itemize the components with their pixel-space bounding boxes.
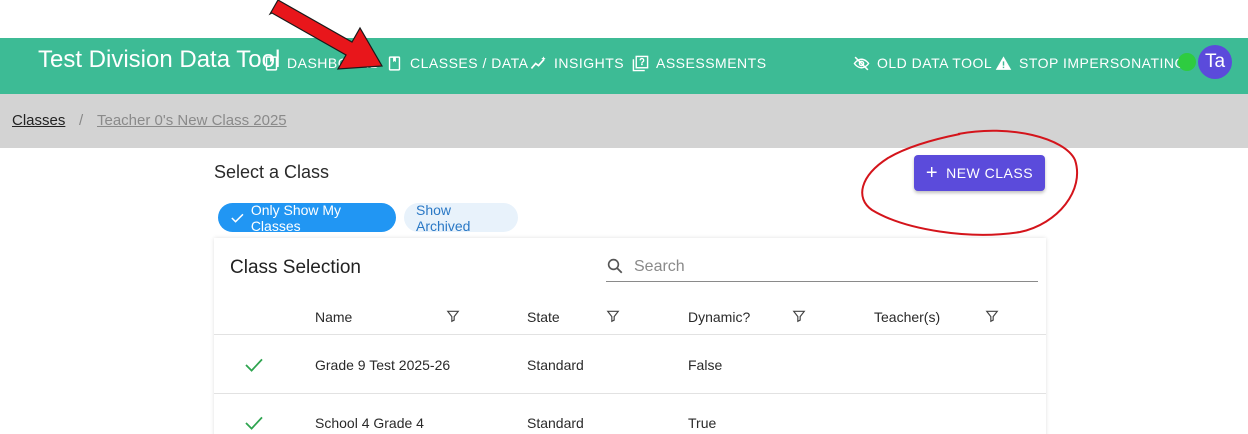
new-class-label: NEW CLASS (946, 165, 1034, 181)
row-name[interactable]: Grade 9 Test 2025-26 (315, 357, 450, 373)
search-icon (607, 258, 623, 274)
page-title: Select a Class (214, 162, 330, 182)
nav-stop-impersonating-label: STOP IMPERSONATING (1019, 55, 1186, 71)
nav-old-data-tool[interactable]: OLD DATA TOOL (853, 53, 992, 73)
online-status-indicator (1178, 53, 1196, 71)
column-header-name[interactable]: Name (315, 309, 352, 325)
top-margin (0, 0, 1248, 38)
avatar[interactable]: Ta (1198, 45, 1232, 79)
nav-assessments-label: ASSESSMENTS (656, 55, 767, 71)
nav-dashboard[interactable]: DASHBOARD (263, 53, 380, 73)
column-header-state[interactable]: State (527, 309, 560, 325)
nav-dashboard-label: DASHBOARD (287, 55, 381, 71)
show-archived-chip[interactable]: Show Archived (404, 202, 518, 234)
breadcrumb-current-class-link[interactable]: Teacher 0's New Class 2025 (97, 112, 287, 129)
nav-insights-label: INSIGHTS (554, 55, 625, 71)
top-app-bar-edge (0, 86, 1248, 94)
app-title[interactable]: Test Division Data Tool (38, 46, 280, 74)
row-divider (214, 393, 1046, 394)
notebook-icon (265, 55, 278, 71)
nav-classes-data[interactable]: CLASSES / DATA (386, 53, 529, 73)
filter-icon[interactable] (606, 308, 620, 324)
row-dynamic: True (688, 415, 717, 431)
class-selection-title: Class Selection (230, 257, 361, 278)
nav-stop-impersonating[interactable]: STOP IMPERSONATING (995, 53, 1186, 73)
nav-old-data-tool-label: OLD DATA TOOL (877, 55, 993, 71)
breadcrumb-classes-link[interactable]: Classes (12, 112, 65, 129)
insights-icon (530, 55, 546, 69)
filter-icon[interactable] (792, 308, 806, 324)
notebook-icon (388, 55, 401, 71)
selected-check-icon (245, 416, 263, 430)
assessment-icon (632, 55, 649, 71)
warning-icon (995, 55, 1012, 70)
nav-classes-data-label: CLASSES / DATA (410, 55, 529, 71)
row-state: Standard (527, 415, 584, 431)
breadcrumb-separator: / (79, 112, 84, 129)
column-header-dynamic[interactable]: Dynamic? (688, 309, 750, 325)
plus-icon: + (925, 162, 939, 184)
check-icon (231, 213, 244, 223)
filter-icon[interactable] (446, 308, 460, 324)
header-divider (214, 334, 1046, 335)
selected-check-icon (245, 358, 263, 372)
column-header-teachers[interactable]: Teacher(s) (874, 309, 940, 325)
row-name[interactable]: School 4 Grade 4 (315, 415, 424, 431)
only-show-my-classes-chip[interactable]: Only Show My Classes (218, 201, 396, 234)
filter-icon[interactable] (985, 308, 999, 324)
row-dynamic: False (688, 357, 723, 373)
search-input[interactable] (634, 256, 1024, 278)
nav-insights[interactable]: INSIGHTS (530, 53, 624, 73)
nav-assessments[interactable]: ASSESSMENTS (632, 53, 767, 73)
hide-icon (853, 56, 870, 70)
search-field[interactable] (606, 252, 1038, 282)
only-show-my-classes-label: Only Show My Classes (250, 201, 342, 234)
new-class-button[interactable]: + NEW CLASS (914, 155, 1045, 191)
row-state: Standard (527, 357, 584, 373)
